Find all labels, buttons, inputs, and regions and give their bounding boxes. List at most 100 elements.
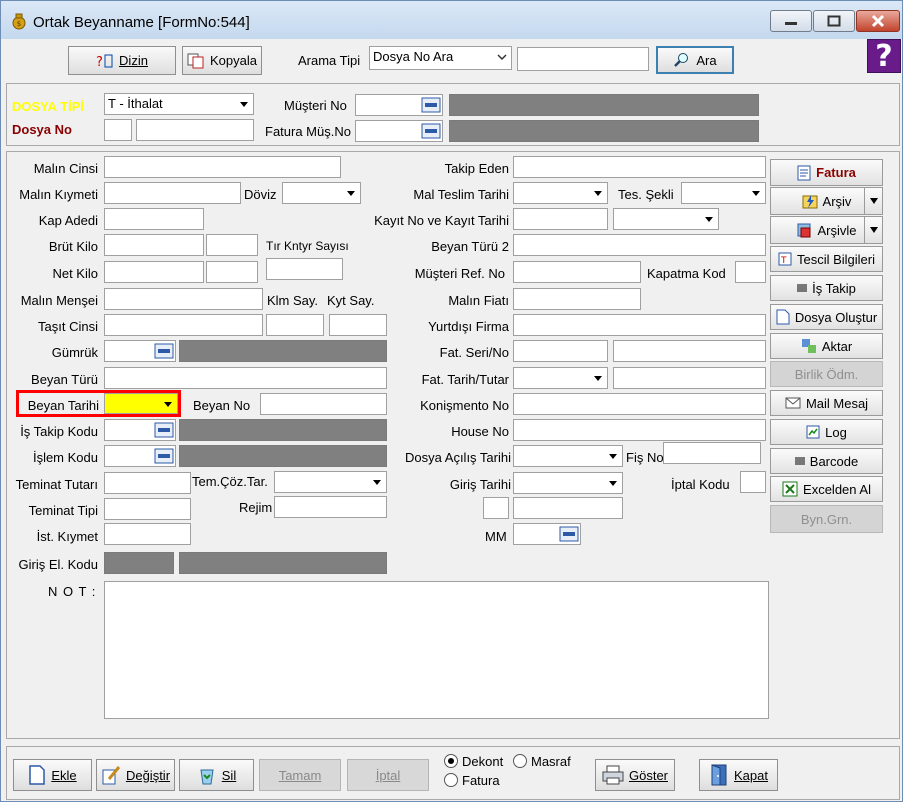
dosya-tipi-select[interactable]: T - İthalat <box>104 93 254 115</box>
dizin-button[interactable]: ? Dizin <box>68 46 176 75</box>
maximize-button[interactable] <box>813 10 855 32</box>
mail-mesaj-button[interactable]: Mail Mesaj <box>770 390 883 416</box>
tes-sekli-select[interactable] <box>681 182 766 204</box>
musteri-ref-no-label: Müşteri Ref. No <box>414 266 505 281</box>
arsivle-label: Arşivle <box>817 222 857 238</box>
gumruk-input[interactable] <box>104 340 176 362</box>
dekont-radio[interactable] <box>444 754 458 768</box>
tasit-cinsi-label: Taşıt Cinsi <box>38 319 98 334</box>
teminat-tutari-input[interactable] <box>104 472 191 494</box>
konismento-no-input[interactable] <box>513 393 766 415</box>
sil-button[interactable]: Sil <box>179 759 254 791</box>
klm-say-input[interactable] <box>266 314 324 336</box>
ist-kiymet-input[interactable] <box>104 523 191 545</box>
minimize-icon <box>785 22 797 25</box>
beyan-no-input[interactable] <box>260 393 387 415</box>
net-kilo-unit-input[interactable] <box>206 261 258 283</box>
malin-kiymeti-input[interactable] <box>104 182 241 204</box>
fat-tutar-input[interactable] <box>613 367 766 389</box>
byn-grn-button[interactable]: Byn.Grn. <box>770 505 883 533</box>
lookup-list-icon[interactable] <box>153 341 175 361</box>
lookup-list-icon[interactable] <box>153 446 175 466</box>
kap-adedi-input[interactable] <box>104 208 204 230</box>
arsiv-button[interactable]: Arşiv <box>770 187 883 215</box>
iptal-kodu-input[interactable] <box>740 471 766 493</box>
malin-mensei-input[interactable] <box>104 288 263 310</box>
is-takip-button[interactable]: İş Takip <box>770 275 883 301</box>
fatura-mus-no-input[interactable] <box>355 120 443 142</box>
tescil-bilgileri-button[interactable]: T Tescil Bilgileri <box>770 246 883 272</box>
mm-input[interactable] <box>513 523 581 545</box>
net-kilo-input[interactable] <box>104 261 204 283</box>
ara-button[interactable]: Ara <box>656 46 734 74</box>
kopyala-button[interactable]: Kopyala <box>182 46 262 75</box>
is-takip-kodu-input[interactable] <box>104 419 176 441</box>
giris-extra-input[interactable] <box>513 497 623 519</box>
house-no-input[interactable] <box>513 419 766 441</box>
brut-kilo-unit-input[interactable] <box>206 234 258 256</box>
kapatma-kod-input[interactable] <box>735 261 766 283</box>
giris-small-input[interactable] <box>483 497 509 519</box>
fat-seri-input[interactable] <box>513 340 608 362</box>
rejim-input[interactable] <box>274 496 387 518</box>
beyan-tarihi-input[interactable] <box>104 393 178 414</box>
kayit-no-input[interactable] <box>513 208 608 230</box>
tem-coz-tar-select[interactable] <box>274 471 387 493</box>
is-takip-label: İş Takip <box>812 280 856 296</box>
fis-no-input[interactable] <box>663 442 761 464</box>
log-button[interactable]: Log <box>770 419 883 445</box>
fat-tarih-select[interactable] <box>513 367 608 389</box>
arsivle-button[interactable]: Arşivle <box>770 216 883 244</box>
beyan-turu-input[interactable] <box>104 367 387 389</box>
brut-kilo-input[interactable] <box>104 234 204 256</box>
lookup-list-icon[interactable] <box>558 524 580 544</box>
excelden-al-button[interactable]: Excelden Al <box>770 476 883 502</box>
tamam-button[interactable]: Tamam <box>259 759 341 791</box>
kyt-say-input[interactable] <box>329 314 387 336</box>
minimize-button[interactable] <box>770 10 812 32</box>
kayit-tarihi-select[interactable] <box>613 208 719 230</box>
tir-kntyr-input[interactable] <box>266 258 343 280</box>
lookup-list-icon[interactable] <box>420 95 442 115</box>
dosya-no-prefix-input[interactable] <box>104 119 132 141</box>
musteri-no-input[interactable] <box>355 94 443 116</box>
kapat-button[interactable]: Kapat <box>699 759 778 791</box>
fat-tarih-tutar-label: Fat. Tarih/Tutar <box>421 372 509 387</box>
dosya-acilis-tarihi-select[interactable] <box>513 445 623 467</box>
birlik-odm-button[interactable]: Birlik Ödm. <box>770 361 883 387</box>
malin-cinsi-input[interactable] <box>104 156 341 178</box>
islem-kodu-input[interactable] <box>104 445 176 467</box>
mal-teslim-tarihi-select[interactable] <box>513 182 608 204</box>
lookup-list-icon[interactable] <box>420 121 442 141</box>
search-input[interactable] <box>517 47 649 71</box>
fatura-button[interactable]: Fatura <box>770 159 883 186</box>
arsivle-dropdown[interactable] <box>864 217 882 243</box>
giris-tarihi-select[interactable] <box>513 472 623 494</box>
dosya-no-input[interactable] <box>136 119 254 141</box>
takip-eden-input[interactable] <box>513 156 766 178</box>
help-button[interactable]: ? <box>867 39 901 74</box>
goster-button[interactable]: Göster <box>595 759 675 791</box>
masraf-radio[interactable] <box>513 754 527 768</box>
barcode-button[interactable]: Barcode <box>770 448 883 474</box>
arsiv-dropdown[interactable] <box>864 188 882 214</box>
tasit-cinsi-input[interactable] <box>104 314 263 336</box>
doviz-select[interactable] <box>282 182 361 204</box>
degistir-button[interactable]: Değiştir <box>96 759 175 791</box>
musteri-ref-no-input[interactable] <box>513 261 641 283</box>
ekle-button[interactable]: Ekle <box>13 759 92 791</box>
not-textarea[interactable] <box>104 581 769 719</box>
beyan-turu-2-input[interactable] <box>513 234 766 256</box>
close-window-button[interactable] <box>856 10 900 32</box>
dosya-olustur-button[interactable]: Dosya Oluştur <box>770 304 883 330</box>
teminat-tipi-input[interactable] <box>104 498 191 520</box>
yurtdisi-firma-input[interactable] <box>513 314 766 336</box>
fat-no-input[interactable] <box>613 340 766 362</box>
lookup-list-icon[interactable] <box>153 420 175 440</box>
fatura-radio[interactable] <box>444 773 458 787</box>
goster-label: Göster <box>628 767 668 783</box>
malin-fiati-input[interactable] <box>513 288 641 310</box>
aktar-button[interactable]: Aktar <box>770 333 883 359</box>
iptal-button[interactable]: İptal <box>347 759 429 791</box>
arama-tipi-select[interactable]: Dosya No Ara <box>369 46 512 70</box>
